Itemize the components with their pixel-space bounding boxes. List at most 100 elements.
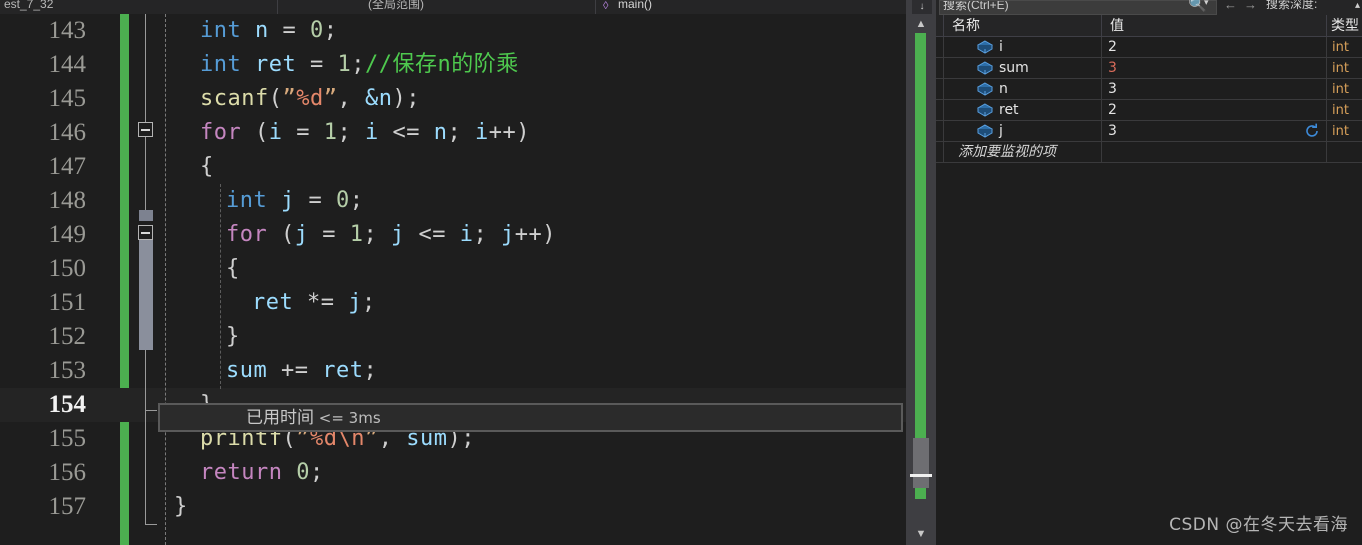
code-token: n <box>433 120 448 145</box>
tab-file-name[interactable]: est_7_32 <box>0 0 278 14</box>
line-number: 156 <box>48 459 87 486</box>
watch-cell-value[interactable]: 2 <box>1102 100 1327 121</box>
variable-box-icon <box>976 103 994 118</box>
code-token: for <box>226 222 268 247</box>
search-back-arrow-icon[interactable]: ← <box>1224 0 1237 12</box>
editor-top-navigation-bar: est_7_32 (全局范围) main() ◊ ▾ <box>0 0 936 14</box>
code-token: int <box>200 52 242 77</box>
elapsed-time-value: <= 3ms <box>318 409 381 427</box>
column-header-type[interactable]: 类型 <box>1327 15 1362 37</box>
code-line[interactable]: 153 sum += ret; <box>0 354 906 388</box>
code-line-text: int j = 0; <box>226 184 364 218</box>
code-line[interactable]: 145 scanf(”%d”, &n); <box>0 82 906 116</box>
fold-guide-line <box>145 410 146 524</box>
code-line[interactable]: 156 return 0; <box>0 456 906 490</box>
code-line[interactable]: 143 int n = 0; <box>0 14 906 48</box>
code-line[interactable]: 146 for (i = 1; i <= n; i++) <box>0 116 906 150</box>
scrollbar-thumb[interactable] <box>913 438 929 488</box>
code-token: ; <box>349 188 364 213</box>
watch-cell-name[interactable]: i <box>944 37 1102 58</box>
watch-row[interactable]: j 3 int <box>936 121 1362 142</box>
fold-scope-highlight-bar <box>139 240 153 350</box>
line-number: 143 <box>48 17 87 44</box>
search-input[interactable]: 搜索(Ctrl+E) <box>939 0 1217 15</box>
search-depth-stepper[interactable]: ▴ <box>1355 0 1360 11</box>
line-number: 151 <box>48 289 87 316</box>
add-watch-name-cell[interactable]: 添加要监视的项 <box>944 142 1102 163</box>
watch-cell-name[interactable]: ret <box>944 100 1102 121</box>
code-line[interactable]: 151 ret *= j; <box>0 286 906 320</box>
watch-cell-name[interactable]: sum <box>944 58 1102 79</box>
code-token: ” <box>282 86 297 111</box>
scroll-down-arrow-icon[interactable]: ▼ <box>906 526 936 543</box>
scope-dropdown[interactable]: (全局范围) <box>278 0 596 14</box>
code-token: = <box>268 18 310 43</box>
scroll-corner-icon[interactable]: ↓ <box>912 0 932 14</box>
line-number: 153 <box>48 357 87 384</box>
code-token: ++) <box>514 222 556 247</box>
code-token: &n <box>364 86 393 111</box>
watch-row[interactable]: ret 2 int <box>936 100 1362 121</box>
line-number: 146 <box>48 119 87 146</box>
watch-row-gutter <box>936 121 944 142</box>
column-header-name[interactable]: 名称 <box>944 15 1102 37</box>
code-token: i <box>365 120 379 145</box>
grid-header-corner <box>936 15 944 37</box>
fold-collapse-icon-outer[interactable] <box>138 122 153 137</box>
variable-box-icon <box>976 82 994 97</box>
watch-variable-name: i <box>999 39 1003 55</box>
watch-cell-type: int <box>1327 37 1362 58</box>
watch-cell-type: int <box>1327 121 1362 142</box>
code-token: = <box>282 120 324 145</box>
code-editor[interactable]: 143 int n = 0; 144 int ret = 1;//保存n的阶乘 145 s… <box>0 14 906 545</box>
line-number: 154 <box>48 391 87 418</box>
code-token: ; <box>309 460 324 485</box>
code-token: ( <box>268 86 283 111</box>
watch-row[interactable]: i 2 int <box>936 37 1362 58</box>
watch-cell-value[interactable]: 3 <box>1102 79 1327 100</box>
scroll-up-arrow-icon[interactable]: ▲ <box>906 16 936 33</box>
watch-variable-name: sum <box>999 60 1029 76</box>
watch-row[interactable]: n 3 int <box>936 79 1362 100</box>
fold-guide-line <box>145 137 146 221</box>
watch-cell-value[interactable]: 3 <box>1102 58 1327 79</box>
scrollbar-caret-marker <box>910 474 932 477</box>
code-token: = <box>294 188 336 213</box>
code-line[interactable]: 148 int j = 0; <box>0 184 906 218</box>
member-dropdown[interactable]: main() <box>596 0 918 14</box>
line-number: 150 <box>48 255 87 282</box>
watch-cell-name[interactable]: n <box>944 79 1102 100</box>
column-header-value[interactable]: 值 <box>1102 15 1327 37</box>
code-line[interactable]: 149 for (j = 1; j <= i; j++) <box>0 218 906 252</box>
watch-cell-value[interactable]: 3 <box>1102 121 1327 142</box>
line-number: 145 <box>48 85 87 112</box>
add-watch-row[interactable]: 添加要监视的项 <box>936 142 1362 163</box>
watch-cell-value[interactable]: 2 <box>1102 37 1327 58</box>
code-line[interactable]: 152} <box>0 320 906 354</box>
code-line[interactable]: 157} <box>0 490 906 524</box>
code-token: j <box>294 222 309 247</box>
watch-grid-header: 名称 值 类型 <box>936 15 1362 37</box>
editor-vertical-scrollbar[interactable]: ↓ ▲ ▼ <box>906 0 936 545</box>
code-token: += <box>267 358 323 383</box>
code-line-text: int n = 0; <box>200 14 338 48</box>
add-watch-value-cell <box>1102 142 1327 163</box>
search-forward-arrow-icon[interactable]: → <box>1244 0 1257 12</box>
code-line[interactable]: 150 { <box>0 252 906 286</box>
code-token: 1 <box>323 120 338 145</box>
code-token: j <box>281 188 295 213</box>
search-options-chevron-icon[interactable]: ▾ <box>1204 0 1209 8</box>
watch-cell-name[interactable]: j <box>944 121 1102 142</box>
watch-cell-type: int <box>1327 79 1362 100</box>
code-line[interactable]: 144 int ret = 1;//保存n的阶乘 <box>0 48 906 82</box>
code-token: ( <box>267 222 295 247</box>
watch-row[interactable]: sum 3 int <box>936 58 1362 79</box>
variable-box-icon <box>976 124 994 139</box>
code-token: ; <box>473 222 501 247</box>
code-token: <= <box>378 120 434 145</box>
fold-collapse-icon-inner[interactable] <box>138 225 153 240</box>
code-line[interactable]: 147 { <box>0 150 906 184</box>
add-watch-label: 添加要监视的项 <box>958 144 1056 160</box>
refresh-icon[interactable] <box>1304 123 1320 139</box>
